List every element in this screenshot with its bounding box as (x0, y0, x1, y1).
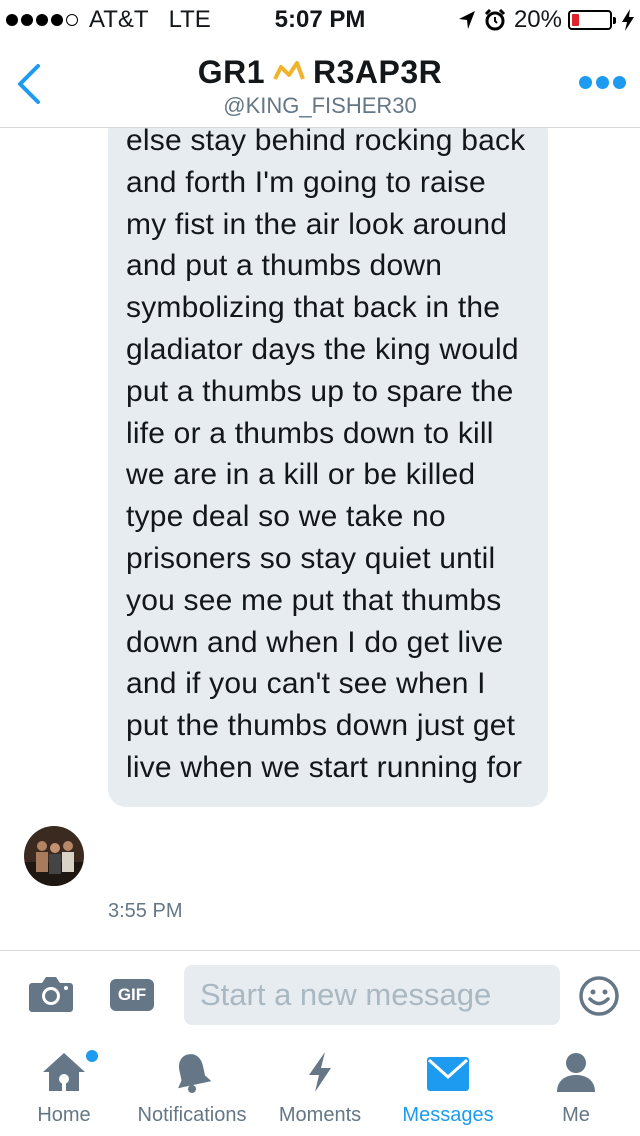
tab-messages[interactable]: Messages (384, 1036, 512, 1136)
crown-icon (273, 54, 305, 91)
home-notification-dot (86, 1050, 98, 1062)
user-handle: @KING_FISHER30 (223, 93, 417, 118)
message-composer: GIF (0, 950, 640, 1036)
tab-home[interactable]: Home (0, 1036, 128, 1136)
bottom-tab-bar: Home Notifications Moments Messages Me (0, 1036, 640, 1136)
more-dot (596, 76, 609, 89)
status-bar: AT&T LTE 5:07 PM 20% (0, 0, 640, 40)
location-arrow-icon (458, 11, 475, 29)
tab-moments[interactable]: Moments (256, 1036, 384, 1136)
battery-icon (568, 10, 616, 30)
more-dot (613, 76, 626, 89)
charging-bolt-icon (622, 9, 634, 31)
lightning-icon (309, 1052, 331, 1092)
tab-notifications[interactable]: Notifications (128, 1036, 256, 1136)
envelope-icon (427, 1057, 469, 1091)
message-thread[interactable]: else stay behind rocking back and forth … (0, 128, 640, 950)
avatar[interactable] (24, 826, 84, 886)
tab-me-label: Me (562, 1104, 590, 1126)
tab-notifications-label: Notifications (137, 1104, 247, 1126)
status-right: 20% (458, 6, 634, 34)
header-title-block[interactable]: GR1 R3AP3R @KING_FISHER30 (0, 54, 640, 119)
camera-button[interactable] (28, 975, 74, 1018)
title-part-1: GR1 (197, 54, 266, 90)
person-icon (557, 1053, 595, 1092)
tab-messages-label: Messages (402, 1104, 494, 1126)
camera-icon (29, 977, 73, 1012)
home-icon (43, 1053, 85, 1091)
message-input[interactable] (184, 965, 560, 1025)
battery-percent: 20% (513, 6, 562, 33)
tab-home-label: Home (37, 1104, 91, 1126)
more-options-button[interactable] (575, 76, 626, 89)
tab-me[interactable]: Me (512, 1036, 640, 1136)
alarm-icon (484, 9, 506, 31)
gif-button[interactable]: GIF (110, 979, 154, 1011)
conversation-header: GR1 R3AP3R @KING_FISHER30 (0, 40, 640, 128)
message-bubble[interactable]: else stay behind rocking back and forth … (108, 128, 548, 807)
bell-icon (178, 1054, 212, 1093)
title-part-2: R3AP3R (313, 54, 443, 90)
emoji-button[interactable] (578, 975, 620, 1022)
conversation-title: GR1 R3AP3R (198, 54, 443, 91)
message-timestamp: 3:55 PM (108, 900, 183, 922)
tab-moments-label: Moments (278, 1104, 362, 1126)
more-dot (579, 76, 592, 89)
smiley-icon (579, 976, 619, 1016)
